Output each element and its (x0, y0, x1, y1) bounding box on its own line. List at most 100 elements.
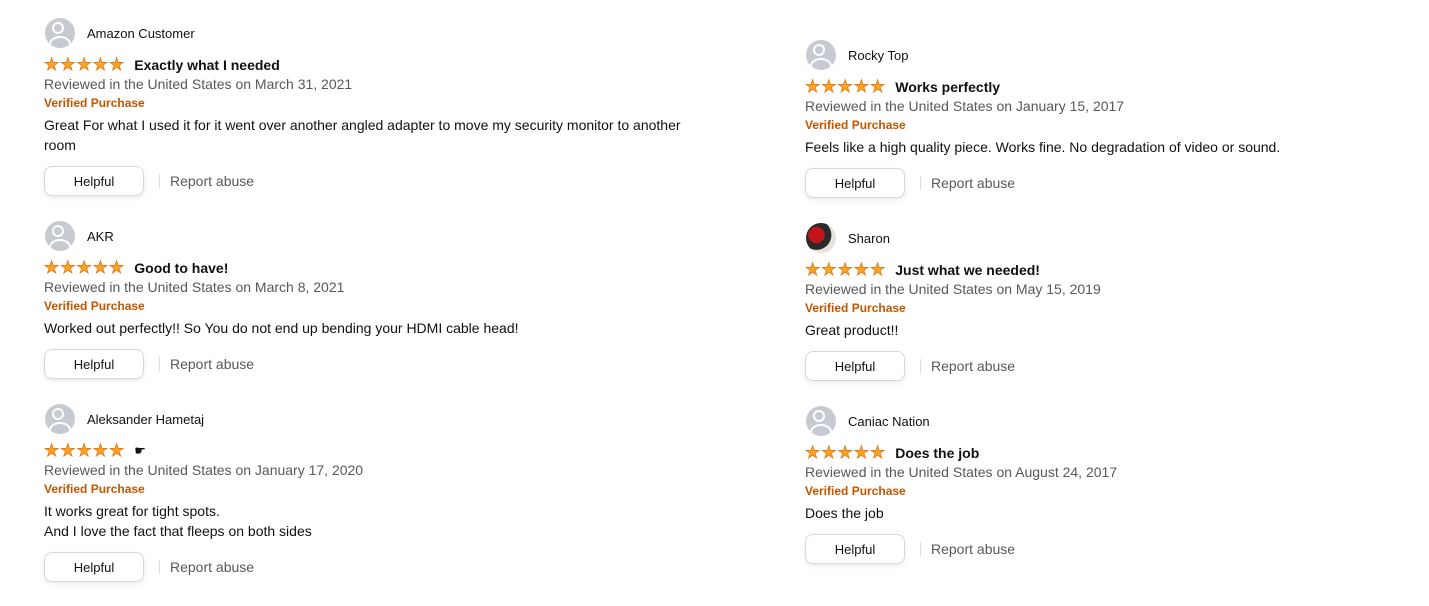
star-icon: ★ (870, 260, 886, 279)
review-card: Sharon ★ ★ ★ ★ ★ Just what we needed! Review… (805, 222, 1429, 381)
star-rating[interactable]: ★ ★ ★ ★ ★ (44, 441, 125, 460)
review-date: Reviewed in the United States on May 15,… (805, 281, 1101, 297)
star-icon: ★ (805, 443, 821, 462)
review-body-line: Great For what I used it for it went ove… (44, 117, 681, 133)
star-icon: ★ (60, 258, 76, 277)
verified-purchase-badge: Verified Purchase (805, 118, 906, 132)
star-icon: ★ (109, 441, 125, 460)
helpful-button[interactable]: Helpful (805, 534, 905, 564)
star-icon: ★ (76, 55, 92, 74)
default-avatar-icon (45, 404, 75, 434)
reviewer-profile[interactable]: Rocky Top (805, 39, 1429, 71)
star-icon: ★ (92, 441, 108, 460)
star-icon: ★ (805, 77, 821, 96)
report-abuse-link[interactable]: Report abuse (931, 175, 1015, 191)
star-icon: ★ (76, 441, 92, 460)
star-icon: ★ (853, 77, 869, 96)
verified-purchase-badge: Verified Purchase (805, 301, 906, 315)
report-abuse-link[interactable]: Report abuse (931, 541, 1015, 557)
reviewer-profile[interactable]: Aleksander Hametaj (44, 403, 744, 435)
reviewer-name[interactable]: Sharon (848, 231, 890, 246)
review-body: Great product!! (805, 320, 1429, 340)
star-icon: ★ (44, 258, 60, 277)
review-title[interactable]: Exactly what I needed (134, 57, 280, 73)
star-icon: ★ (821, 443, 837, 462)
review-body-line: It works great for tight spots. (44, 503, 220, 519)
review-title[interactable]: Works perfectly (895, 79, 1000, 95)
reviewer-profile[interactable]: AKR (44, 220, 744, 252)
star-icon: ★ (92, 55, 108, 74)
helpful-button[interactable]: Helpful (44, 552, 144, 582)
reviewer-name[interactable]: Caniac Nation (848, 414, 930, 429)
photo-avatar (806, 223, 836, 253)
report-abuse-link[interactable]: Report abuse (170, 173, 254, 189)
report-abuse-link[interactable]: Report abuse (170, 559, 254, 575)
review-card: Caniac Nation ★ ★ ★ ★ ★ Does the job Reviewe… (805, 405, 1429, 564)
star-rating[interactable]: ★ ★ ★ ★ ★ (44, 258, 125, 277)
verified-purchase-badge: Verified Purchase (44, 299, 145, 313)
verified-purchase-badge: Verified Purchase (805, 484, 906, 498)
review-body-line: Feels like a high quality piece. Works f… (805, 139, 1281, 155)
star-rating[interactable]: ★ ★ ★ ★ ★ (44, 55, 125, 74)
review-card: Aleksander Hametaj ★ ★ ★ ★ ★ ☛ Reviewed in t… (44, 403, 744, 582)
star-icon: ★ (109, 55, 125, 74)
star-icon: ★ (837, 443, 853, 462)
star-icon: ★ (44, 441, 60, 460)
star-icon: ★ (870, 77, 886, 96)
star-rating[interactable]: ★ ★ ★ ★ ★ (805, 260, 886, 279)
helpful-button[interactable]: Helpful (805, 168, 905, 198)
review-body-line: room (44, 137, 76, 153)
reviewer-profile[interactable]: Amazon Customer (44, 17, 744, 49)
review-title[interactable]: Good to have! (134, 260, 228, 276)
verified-purchase-badge: Verified Purchase (44, 96, 145, 110)
report-abuse-link[interactable]: Report abuse (170, 356, 254, 372)
review-body: Does the job (805, 503, 1429, 523)
default-avatar-icon (45, 221, 75, 251)
helpful-button[interactable]: Helpful (44, 349, 144, 379)
reviewer-profile[interactable]: Caniac Nation (805, 405, 1429, 437)
review-card: Rocky Top ★ ★ ★ ★ ★ Works perfectly Reviewed… (805, 39, 1429, 198)
reviewer-name[interactable]: AKR (87, 229, 114, 244)
review-date: Reviewed in the United States on March 3… (44, 76, 353, 92)
report-abuse-link[interactable]: Report abuse (931, 358, 1015, 374)
star-icon: ★ (837, 260, 853, 279)
star-icon: ★ (821, 77, 837, 96)
reviewer-name[interactable]: Rocky Top (848, 48, 908, 63)
review-title[interactable]: Does the job (895, 445, 979, 461)
star-icon: ★ (76, 258, 92, 277)
star-icon: ★ (853, 443, 869, 462)
hand-cursor-icon: ☛ (134, 443, 146, 458)
review-card: AKR ★ ★ ★ ★ ★ Good to have! Reviewed in the … (44, 220, 744, 379)
star-icon: ★ (870, 443, 886, 462)
review-date: Reviewed in the United States on January… (44, 462, 364, 478)
review-date: Reviewed in the United States on March 8… (44, 279, 345, 295)
divider (159, 560, 160, 574)
review-title[interactable]: Just what we needed! (895, 262, 1040, 278)
star-icon: ★ (821, 260, 837, 279)
star-rating[interactable]: ★ ★ ★ ★ ★ (805, 77, 886, 96)
default-avatar-icon (806, 406, 836, 436)
review-date: Reviewed in the United States on January… (805, 98, 1125, 114)
star-icon: ★ (853, 260, 869, 279)
review-body: Great For what I used it for it went ove… (44, 115, 744, 155)
review-body-line: Great product!! (805, 322, 899, 338)
star-rating[interactable]: ★ ★ ★ ★ ★ (805, 443, 886, 462)
review-body-line: Does the job (805, 505, 884, 521)
star-icon: ★ (805, 260, 821, 279)
star-icon: ★ (837, 77, 853, 96)
default-avatar-icon (806, 40, 836, 70)
star-icon: ★ (60, 441, 76, 460)
reviewer-name[interactable]: Amazon Customer (87, 26, 195, 41)
divider (920, 176, 921, 190)
helpful-button[interactable]: Helpful (44, 166, 144, 196)
helpful-button[interactable]: Helpful (805, 351, 905, 381)
divider (159, 174, 160, 188)
verified-purchase-badge: Verified Purchase (44, 482, 145, 496)
star-icon: ★ (44, 55, 60, 74)
star-icon: ★ (60, 55, 76, 74)
reviewer-name[interactable]: Aleksander Hametaj (87, 412, 204, 427)
review-card: Amazon Customer ★ ★ ★ ★ ★ Exactly what I nee… (44, 17, 744, 196)
reviewer-profile[interactable]: Sharon (805, 222, 1429, 254)
divider (159, 357, 160, 371)
divider (920, 359, 921, 373)
